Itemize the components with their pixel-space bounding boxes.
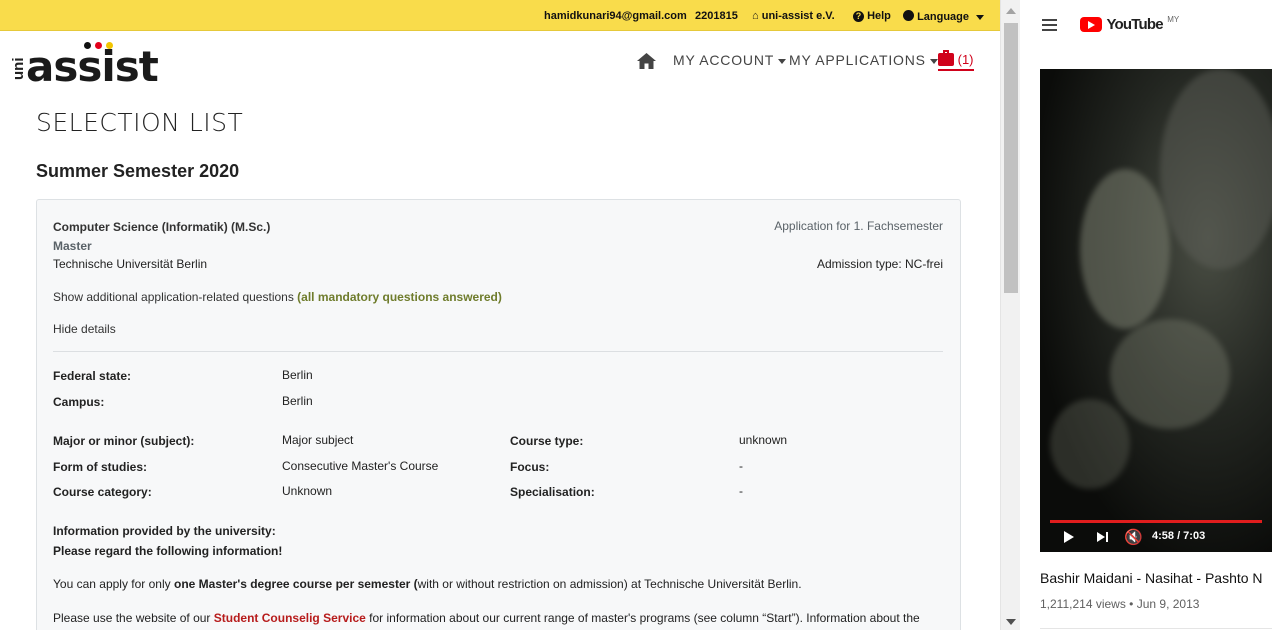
info-paragraph-1: You can apply for only one Master's degr… xyxy=(53,577,802,591)
youtube-logo[interactable]: YouTube MY xyxy=(1080,15,1179,34)
form-of-studies-value: Consecutive Master's Course xyxy=(282,459,439,473)
help-link[interactable]: ? Help xyxy=(853,10,891,22)
additional-questions-link[interactable]: Show additional application-related ques… xyxy=(53,290,502,304)
home-nav-icon[interactable] xyxy=(637,53,656,69)
page-title: SELECTION LIST xyxy=(36,108,244,137)
info-heading: Information provided by the university: xyxy=(53,524,276,538)
additional-questions-label: Show additional application-related ques… xyxy=(53,290,294,304)
degree-label: Master xyxy=(53,239,92,253)
campus-label: Campus: xyxy=(53,395,105,409)
top-bar: hamidkunari94@gmail.com 2201815 ⌂ uni-as… xyxy=(0,0,1000,31)
youtube-play-logo-icon xyxy=(1080,17,1102,32)
org-link-label: uni-assist e.V. xyxy=(761,10,835,22)
application-semester: Application for 1. Fachsemester xyxy=(774,219,943,233)
uni-assist-logo[interactable]: uni assist xyxy=(10,40,160,91)
focus-label: Focus: xyxy=(510,460,550,474)
info-paragraph-2: Please use the website of our Student Co… xyxy=(53,611,920,625)
scroll-down-arrow-icon[interactable] xyxy=(1006,619,1016,625)
major-minor-value: Major subject xyxy=(282,433,354,447)
chevron-down-icon xyxy=(976,14,985,20)
specialisation-value: - xyxy=(739,484,743,498)
mute-icon[interactable]: 🔇 xyxy=(1124,528,1143,546)
nav-my-account[interactable]: MY ACCOUNT xyxy=(673,52,787,68)
video-title[interactable]: Bashir Maidani - Nasihat - Pashto N xyxy=(1040,570,1263,586)
course-type-value: unknown xyxy=(739,433,788,447)
university-name: Technische Universität Berlin xyxy=(53,257,208,271)
logo-dot-red xyxy=(95,42,102,49)
info-notice: Please regard the following information! xyxy=(53,544,283,558)
hamburger-menu-icon[interactable] xyxy=(1042,19,1057,31)
divider xyxy=(1040,628,1272,629)
hide-details-link[interactable]: Hide details xyxy=(53,322,116,336)
video-player[interactable]: 🔇 4:58 / 7:03 xyxy=(1040,69,1272,552)
federal-state-value: Berlin xyxy=(282,368,313,382)
course-category-label: Course category: xyxy=(53,485,152,499)
logo-dot-black xyxy=(84,42,91,49)
divider xyxy=(53,351,943,352)
focus-value: - xyxy=(739,459,743,473)
major-minor-label: Major or minor (subject): xyxy=(53,434,195,448)
info-p2-rest: for information about our current range … xyxy=(365,611,920,625)
application-card: Computer Science (Informatik) (M.Sc.) Ma… xyxy=(36,199,961,630)
page-scrollbar[interactable] xyxy=(1000,0,1020,630)
logo-uni-text: uni xyxy=(10,57,27,81)
home-icon: ⌂ xyxy=(752,10,759,22)
info-p1-bold: one Master's degree course per semester … xyxy=(173,577,418,591)
globe-icon xyxy=(903,10,914,21)
campus-value: Berlin xyxy=(282,394,313,408)
nav-my-applications-label: MY APPLICATIONS xyxy=(789,52,926,68)
help-label: Help xyxy=(867,10,891,22)
specialisation-label: Specialisation: xyxy=(510,485,595,499)
briefcase-icon xyxy=(938,50,954,66)
youtube-region: MY xyxy=(1167,15,1180,24)
counseling-service-link[interactable]: Student Counselig Service xyxy=(214,611,366,625)
user-email: hamidkunari94@gmail.com xyxy=(544,10,687,22)
video-progress-bar[interactable] xyxy=(1050,520,1262,523)
nav-my-account-label: MY ACCOUNT xyxy=(673,52,775,68)
chevron-down-icon xyxy=(929,58,938,64)
info-p1-rest: with or without restriction on admission… xyxy=(417,577,802,591)
form-of-studies-label: Form of studies: xyxy=(53,460,148,474)
logo-assist-text: assist xyxy=(26,42,159,91)
play-icon[interactable] xyxy=(1064,531,1074,543)
scroll-up-arrow-icon[interactable] xyxy=(1006,8,1016,14)
scrollbar-thumb[interactable] xyxy=(1004,23,1018,293)
youtube-brand: YouTube xyxy=(1106,16,1163,33)
course-category-value: Unknown xyxy=(282,484,333,498)
course-title: Computer Science (Informatik) (M.Sc.) xyxy=(53,220,271,234)
chevron-down-icon xyxy=(778,58,787,64)
youtube-panel: YouTube MY 🔇 4:58 / 7:03 Bashir Maidani … xyxy=(1021,0,1272,630)
questions-status: (all mandatory questions answered) xyxy=(297,290,502,304)
uni-assist-page: hamidkunari94@gmail.com 2201815 ⌂ uni-as… xyxy=(0,0,1000,630)
info-p1-text: You can apply for only xyxy=(53,577,174,591)
view-count: 1,211,214 views xyxy=(1040,597,1126,611)
admission-type: Admission type: NC-frei xyxy=(816,257,943,271)
upload-date: Jun 9, 2013 xyxy=(1136,597,1200,611)
logo-dot-yellow xyxy=(106,42,113,49)
info-p2-text: Please use the website of our xyxy=(53,611,214,625)
semester-heading: Summer Semester 2020 xyxy=(36,161,240,181)
federal-state-label: Federal state: xyxy=(53,369,132,383)
nav-my-applications[interactable]: MY APPLICATIONS xyxy=(789,52,938,68)
next-icon[interactable] xyxy=(1097,532,1109,543)
course-type-label: Course type: xyxy=(510,434,584,448)
cart-count: (1) xyxy=(957,52,974,67)
user-id: 2201815 xyxy=(695,10,738,22)
language-dropdown[interactable]: Language xyxy=(903,10,985,23)
language-label: Language xyxy=(917,11,970,23)
question-circle-icon: ? xyxy=(853,11,864,22)
org-link[interactable]: ⌂ uni-assist e.V. xyxy=(752,10,835,22)
video-time: 4:58 / 7:03 xyxy=(1152,530,1206,542)
video-meta: 1,211,214 views • Jun 9, 2013 xyxy=(1040,597,1200,611)
cart-link[interactable]: (1) xyxy=(938,50,974,71)
